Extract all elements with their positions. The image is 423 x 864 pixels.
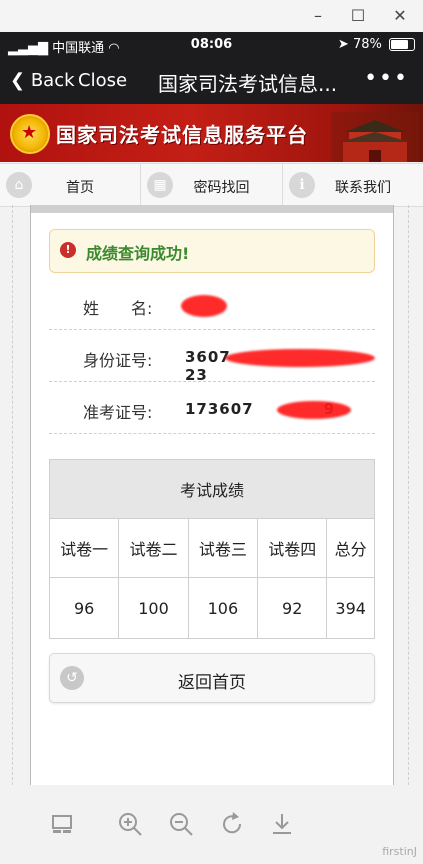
name-row: 姓 名: (49, 283, 375, 330)
watermark: firstinJ (382, 845, 417, 858)
frame-divider (12, 205, 13, 785)
column-header: 试卷一 (48, 518, 120, 578)
score-cell: 100 (118, 577, 189, 639)
battery-percent: 78% (352, 37, 382, 52)
window-titlebar: – ☐ ✕ (0, 0, 423, 33)
top-menu: ⌂ 首页 ▦ 密码找回 ℹ 联系我们 (0, 163, 423, 207)
tiananmen-gate-image (331, 112, 419, 162)
close-window-button[interactable]: ✕ (390, 6, 410, 26)
score-cell: 96 (48, 577, 120, 639)
redaction-mark (277, 401, 351, 419)
site-banner: ★ 国家司法考试信息服务平台 (0, 104, 423, 162)
return-home-button[interactable]: ↺ 返回首页 (49, 653, 375, 703)
zoom-out-icon[interactable] (167, 810, 195, 838)
result-panel: ! 成绩查询成功! 姓 名: 身份证号: 360723 准考证号: 173607… (30, 205, 394, 785)
back-button[interactable]: ❮ Back (10, 70, 75, 91)
menu-item-password-recovery[interactable]: ▦ 密码找回 (141, 164, 283, 206)
battery-icon (389, 38, 415, 51)
score-cell: 92 (257, 577, 328, 639)
close-button[interactable]: Close (78, 70, 127, 91)
score-cell: 394 (326, 577, 375, 639)
table-row: 96 100 106 92 394 (48, 577, 375, 639)
location-icon: ➤ (337, 37, 353, 52)
id-label: 身份证号: (83, 351, 153, 370)
scores-table: 考试成绩 试卷一 试卷二 试卷三 试卷四 总分 96 100 106 92 39… (48, 459, 375, 639)
more-icon[interactable]: ••• (364, 66, 409, 91)
rotate-icon[interactable] (218, 810, 246, 838)
layout-icon[interactable] (48, 810, 76, 838)
banner-title: 国家司法考试信息服务平台 (56, 123, 308, 147)
id-row: 身份证号: 360723 (49, 335, 375, 384)
page-title: 国家司法考试信息... (158, 72, 338, 96)
column-header: 试卷三 (187, 518, 259, 578)
maximize-button[interactable]: ☐ (348, 6, 368, 26)
minimize-button[interactable]: – (308, 6, 328, 26)
name-label: 姓 名: (83, 299, 153, 318)
chevron-left-icon: ❮ (10, 70, 31, 91)
column-header: 试卷四 (257, 518, 328, 578)
score-cell: 106 (187, 577, 259, 639)
table-row: 试卷一 试卷二 试卷三 试卷四 总分 (48, 518, 375, 578)
scores-title: 考试成绩 (49, 459, 375, 519)
nav-bar: ❮ Back Close 国家司法考试信息... ••• (0, 58, 423, 104)
ticket-row: 准考证号: 1736079 (49, 387, 375, 434)
status-bar: ▂▃▅▇ 中国联通 ◠ 08:06 ➤ 78% (0, 32, 423, 58)
national-emblem-icon: ★ (10, 114, 50, 154)
frame-divider (408, 205, 409, 785)
bottom-toolbar: firstinJ (0, 786, 423, 864)
menu-item-contact[interactable]: ℹ 联系我们 (283, 164, 423, 206)
return-home-label: 返回首页 (178, 673, 246, 693)
panel-top-bar (31, 205, 393, 213)
download-icon[interactable] (268, 810, 296, 838)
zoom-in-icon[interactable] (116, 810, 144, 838)
ticket-label: 准考证号: (83, 403, 153, 422)
redaction-mark (225, 349, 375, 367)
alert-icon: ! (60, 242, 76, 258)
column-header: 试卷二 (118, 518, 189, 578)
success-alert: ! 成绩查询成功! (49, 229, 375, 273)
status-right: ➤ 78% (338, 37, 415, 52)
menu-item-home[interactable]: ⌂ 首页 (0, 164, 141, 206)
alert-text: 成绩查询成功! (86, 244, 190, 263)
column-header: 总分 (326, 518, 375, 578)
redaction-mark (181, 295, 227, 317)
